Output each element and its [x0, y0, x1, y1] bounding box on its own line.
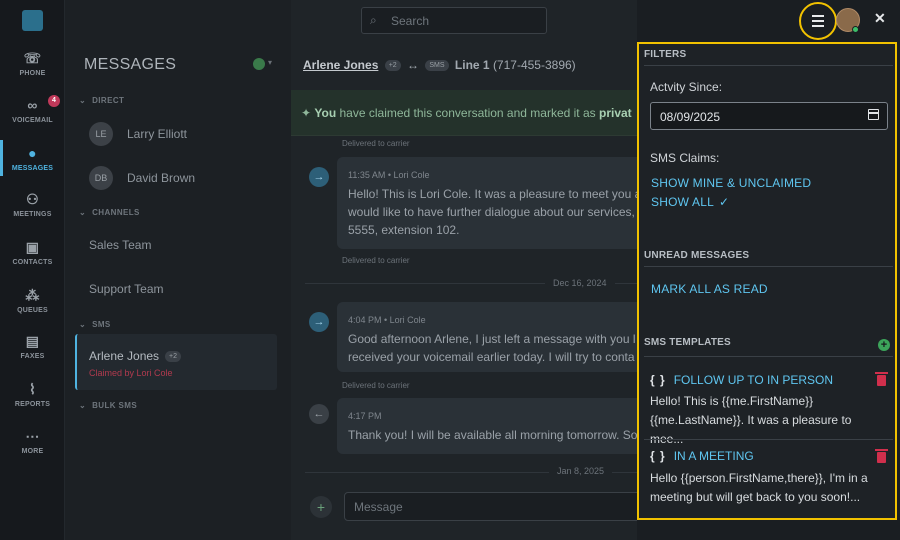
calendar-icon[interactable]	[868, 109, 879, 120]
braces-icon: { }	[650, 449, 666, 463]
contact-name: Arlene Jones	[89, 349, 160, 363]
chevron-down-icon: ⌄	[79, 320, 87, 329]
chevron-down-icon: ⌄	[79, 208, 87, 217]
new-message-button[interactable]	[253, 58, 265, 70]
nav-phone[interactable]: ☏ PHONE	[0, 50, 65, 77]
divider	[644, 65, 893, 66]
chevron-down-icon: ⌄	[79, 401, 87, 410]
search-icon: ⌕	[370, 13, 377, 27]
avatar: LE	[89, 122, 113, 146]
contact-name: Larry Elliott	[127, 127, 188, 141]
date-label: Dec 16, 2024	[545, 278, 615, 288]
chevron-down-icon: ⌄	[79, 96, 87, 105]
presence-indicator	[852, 26, 859, 33]
sms-tag: SMS	[425, 60, 449, 72]
reports-icon: ⌇	[28, 381, 37, 397]
message-bubble: 4:04 PM • Lori Cole Good afternoon Arlen…	[337, 302, 637, 372]
voicemail-badge: 4	[48, 95, 60, 107]
channel-sales-team[interactable]: Sales Team	[89, 238, 151, 252]
top-right-bar	[637, 0, 900, 42]
contact-link[interactable]: Arlene Jones	[303, 58, 378, 72]
arrows-icon: ↔	[407, 58, 420, 72]
faxes-icon: ▤	[25, 333, 40, 349]
nav-more[interactable]: ⋯ MORE	[0, 428, 65, 455]
section-channels[interactable]: ⌄ CHANNELS	[79, 208, 140, 217]
claim-status: Claimed by Lori Cole	[89, 368, 173, 378]
avatar: DB	[89, 166, 113, 190]
divider	[644, 356, 893, 357]
message-input[interactable]: Message	[344, 492, 637, 521]
filters-panel: FILTERS Actvity Since: 08/09/2025 SMS Cl…	[637, 42, 897, 520]
search-input[interactable]: ⌕ Search	[361, 7, 547, 34]
show-mine-unclaimed-option[interactable]: SHOW MINE & UNCLAIMED	[651, 176, 811, 190]
phone-number: (717-455-3896)	[492, 58, 576, 72]
message-bubble: 11:35 AM • Lori Cole Hello! This is Lori…	[337, 157, 637, 249]
nav-reports[interactable]: ⌇ REPORTS	[0, 381, 65, 408]
more-icon: ⋯	[25, 428, 40, 444]
outbound-icon: →	[309, 312, 329, 332]
delivery-status: Delivered to carrier	[342, 139, 410, 148]
claim-banner: ✦ You have claimed this conversation and…	[291, 90, 637, 136]
template-title[interactable]: { } FOLLOW UP TO IN PERSON	[650, 373, 833, 387]
participant-count-badge: +2	[384, 60, 401, 72]
list-title: MESSAGES	[84, 56, 177, 73]
app-logo[interactable]	[22, 10, 43, 31]
unread-heading: UNREAD MESSAGES	[644, 250, 750, 261]
add-template-button[interactable]: +	[878, 339, 890, 351]
activity-label: Actvity Since:	[650, 80, 723, 94]
nav-contacts[interactable]: ▣ CONTACTS	[0, 239, 65, 266]
braces-icon: { }	[650, 373, 666, 387]
messages-list-panel: MESSAGES ▾ ⌄ DIRECT LE Larry Elliott DB D…	[65, 0, 291, 540]
section-direct[interactable]: ⌄ DIRECT	[79, 96, 124, 105]
section-bulk-sms[interactable]: ⌄ BULK SMS	[79, 401, 137, 410]
phone-icon: ☏	[23, 50, 42, 66]
inbound-icon: ←	[309, 404, 329, 424]
trash-icon[interactable]	[875, 449, 888, 463]
nav-queues[interactable]: ⁂ QUEUES	[0, 287, 65, 314]
trash-icon[interactable]	[875, 372, 888, 386]
hamburger-icon	[812, 15, 824, 27]
attach-button[interactable]: +	[310, 496, 332, 518]
template-body: Hello! This is {{me.FirstName}} {{me.Las…	[650, 394, 852, 446]
list-item[interactable]: DB David Brown	[89, 165, 195, 191]
conversation-panel: ⌕ Search Arlene Jones +2 ↔ SMS Line 1 (7…	[291, 0, 637, 540]
messages-icon: ●	[28, 145, 37, 161]
contact-name: David Brown	[127, 171, 196, 185]
outbound-icon: →	[309, 167, 329, 187]
contacts-icon: ▣	[25, 239, 40, 255]
activity-date-input[interactable]: 08/09/2025	[650, 102, 888, 130]
nav-faxes[interactable]: ▤ FAXES	[0, 333, 65, 360]
list-item[interactable]: LE Larry Elliott	[89, 121, 187, 147]
mark-all-read-button[interactable]: MARK ALL AS READ	[651, 282, 768, 296]
sms-claims-label: SMS Claims:	[650, 151, 720, 165]
message-bubble: 4:17 PM Thank you! I will be available a…	[337, 398, 637, 454]
handshake-icon: ✦	[301, 106, 315, 120]
checkmark-icon: ✓	[718, 195, 730, 209]
conversation-header: Arlene Jones +2 ↔ SMS Line 1 (717-455-38…	[303, 58, 576, 72]
nav-meetings[interactable]: ⚇ MEETINGS	[0, 191, 65, 218]
template-body: Hello {{person.FirstName,there}}, I'm in…	[650, 471, 868, 504]
filters-heading: FILTERS	[644, 49, 687, 60]
divider	[644, 266, 893, 267]
meetings-icon: ⚇	[26, 191, 39, 207]
show-all-option[interactable]: SHOW ALL ✓	[651, 195, 729, 209]
participant-count-badge: +2	[165, 351, 182, 363]
channel-support-team[interactable]: Support Team	[89, 282, 164, 296]
templates-heading: SMS TEMPLATES	[644, 337, 731, 348]
divider	[644, 439, 893, 440]
line-label: Line 1	[454, 58, 490, 72]
delivery-status: Delivered to carrier	[342, 256, 410, 265]
sms-item-selected[interactable]: Arlene Jones +2 Claimed by Lori Cole	[75, 334, 277, 390]
nav-messages[interactable]: ● MESSAGES	[0, 145, 65, 172]
chevron-down-icon[interactable]: ▾	[268, 58, 272, 67]
template-title[interactable]: { } IN A MEETING	[650, 449, 754, 463]
nav-rail: ☏ PHONE ∞ VOICEMAIL 4 ● MESSAGES ⚇ MEETI…	[0, 0, 65, 540]
menu-button[interactable]	[799, 2, 837, 40]
delivery-status: Delivered to carrier	[342, 381, 410, 390]
voicemail-icon: ∞	[27, 97, 38, 113]
close-icon[interactable]: ✕	[874, 10, 886, 27]
section-sms[interactable]: ⌄ SMS	[79, 320, 111, 329]
date-label: Jan 8, 2025	[549, 466, 613, 476]
queues-icon: ⁂	[25, 287, 40, 303]
